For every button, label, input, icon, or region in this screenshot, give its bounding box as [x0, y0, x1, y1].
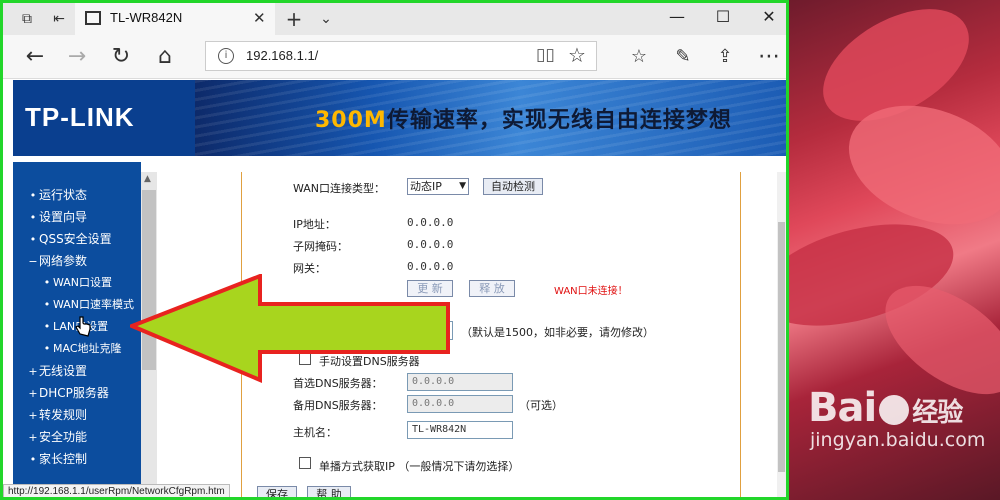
release-button[interactable]: 释 放 — [469, 280, 515, 297]
paw-icon — [879, 395, 910, 425]
menu-item-dhcp[interactable]: +DHCP服务器 — [27, 384, 109, 404]
wan-type-select[interactable]: 动态IP ▼ — [407, 178, 469, 195]
chevron-down-icon[interactable]: ⌄ — [316, 9, 336, 29]
wan-type-label: WAN口连接类型： — [293, 182, 386, 195]
auto-detect-button[interactable]: 自动检测 — [483, 178, 543, 195]
annotation-arrow — [130, 274, 450, 384]
back-icon[interactable]: ← — [21, 43, 49, 71]
menu-item-parental[interactable]: • 家长控制 — [27, 450, 87, 470]
save-button[interactable]: 保存 — [257, 486, 297, 497]
chevron-down-icon: ▼ — [459, 181, 466, 191]
hand-cursor-icon — [75, 316, 91, 337]
router-banner: TP-LINK 300M传输速率，实现无线自由连接梦想 — [13, 80, 786, 156]
reading-view-icon[interactable]: ▯▯ — [536, 45, 555, 65]
browser-window: ⧉ ⇤ TL-WR842N ✕ + ⌄ — ☐ ✕ ← → ↻ ⌂ i 192.… — [0, 0, 789, 500]
ip-label: IP地址： — [293, 218, 336, 231]
scroll-up-icon[interactable]: ▲ — [144, 174, 151, 184]
address-bar[interactable]: i 192.168.1.1/ ▯▯ ☆ — [205, 41, 597, 71]
menu-item-forwarding[interactable]: +转发规则 — [27, 406, 87, 426]
gateway-value: 0.0.0.0 — [407, 260, 454, 273]
new-tab-icon[interactable]: + — [284, 9, 304, 29]
help-button[interactable]: 帮 助 — [307, 486, 351, 497]
arrow-shape — [130, 274, 450, 384]
minimize-icon[interactable]: — — [657, 7, 697, 26]
menu-item-wan[interactable]: • WAN口设置 — [41, 274, 112, 294]
menu-item-network[interactable]: −网络参数 — [27, 252, 87, 272]
info-icon[interactable]: i — [218, 48, 234, 64]
tab-title: TL-WR842N — [110, 10, 183, 25]
unicast-label: 单播方式获取IP （一般情况下请勿选择） — [319, 460, 520, 473]
status-bar-url: http://192.168.1.1/userRpm/NetworkCfgRpm… — [3, 484, 230, 497]
menu-item-status[interactable]: • 运行状态 — [27, 186, 87, 206]
mask-label: 子网掩码： — [293, 240, 348, 253]
home-icon[interactable]: ⌂ — [151, 43, 179, 71]
share-icon[interactable]: ⇪ — [711, 43, 739, 71]
close-window-icon[interactable]: ✕ — [749, 7, 786, 26]
menu-item-wan-speed[interactable]: • WAN口速率模式 — [41, 296, 134, 316]
tplink-logo: TP-LINK — [13, 80, 195, 156]
refresh-icon[interactable]: ↻ — [107, 43, 135, 71]
pen-icon[interactable]: ✎ — [669, 43, 697, 71]
hostname-input[interactable]: TL-WR842N — [407, 421, 513, 439]
close-tab-icon[interactable]: ✕ — [253, 9, 266, 27]
dns2-label: 备用DNS服务器： — [293, 399, 383, 412]
favorite-star-icon[interactable]: ☆ — [568, 43, 586, 67]
mask-value: 0.0.0.0 — [407, 238, 454, 251]
tab-router[interactable]: TL-WR842N ✕ — [75, 3, 275, 35]
page-icon — [85, 11, 101, 25]
menu-item-wireless[interactable]: +无线设置 — [27, 362, 87, 382]
address-url: 192.168.1.1/ — [246, 48, 319, 63]
banner-slogan: 300M传输速率，实现无线自由连接梦想 — [315, 108, 732, 133]
dns2-input[interactable]: 0.0.0.0 — [407, 395, 513, 413]
content-scrollbar[interactable] — [777, 172, 786, 497]
menu-item-mac-clone[interactable]: • MAC地址克隆 — [41, 340, 122, 360]
unicast-checkbox[interactable] — [299, 457, 311, 469]
favorites-hub-icon[interactable]: ☆ — [625, 43, 653, 71]
menu-item-wizard[interactable]: • 设置向导 — [27, 208, 87, 228]
hostname-label: 主机名： — [293, 426, 337, 439]
tab-list-icon[interactable]: ⧉ — [17, 9, 37, 29]
maximize-icon[interactable]: ☐ — [703, 7, 743, 26]
more-icon[interactable]: ⋯ — [755, 43, 783, 71]
watermark-url: jingyan.baidu.com — [810, 429, 986, 451]
baidu-jingyan-watermark: Bai 经验 jingyan.baidu.com — [786, 385, 1000, 451]
watermark-logo-left: Bai — [808, 385, 877, 431]
wan-status-text: WAN口未连接！ — [554, 286, 628, 297]
forward-icon[interactable]: → — [63, 43, 91, 71]
menu-item-qss[interactable]: • QSS安全设置 — [27, 230, 112, 250]
tab-bar: ⧉ ⇤ TL-WR842N ✕ + ⌄ — ☐ ✕ — [3, 3, 786, 35]
content-scroll-thumb[interactable] — [778, 222, 785, 472]
menu-item-security[interactable]: +安全功能 — [27, 428, 87, 448]
ip-value: 0.0.0.0 — [407, 216, 454, 229]
mtu-hint: （默认是1500，如非必要，请勿修改） — [461, 326, 654, 339]
watermark-logo-right: 经验 — [912, 398, 963, 428]
dns2-hint: （可选） — [519, 399, 563, 412]
navigation-bar: ← → ↻ ⌂ i 192.168.1.1/ ▯▯ ☆ ☆ ✎ ⇪ ⋯ — [3, 35, 786, 79]
desktop-wallpaper: Bai 经验 jingyan.baidu.com — [786, 0, 1000, 500]
set-aside-tabs-icon[interactable]: ⇤ — [49, 9, 69, 29]
